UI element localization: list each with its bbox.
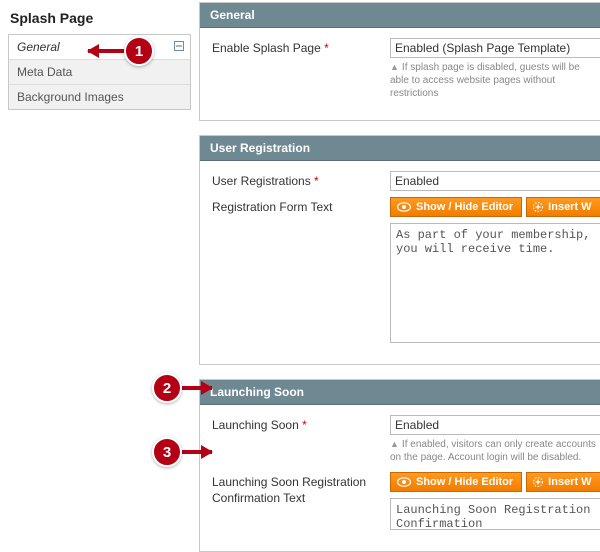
section-header: Launching Soon	[200, 380, 600, 405]
sidebar-item-meta-data[interactable]: Meta Data	[9, 60, 190, 85]
insert-widget-button[interactable]: Insert W	[526, 472, 600, 492]
plus-icon	[533, 477, 543, 487]
launching-soon-confirmation-label: Launching Soon Registration Confirmation…	[212, 472, 390, 506]
enable-splash-select[interactable]: Enabled (Splash Page Template)	[390, 38, 600, 58]
sidebar-item-label: General	[17, 40, 60, 54]
launching-soon-select[interactable]: Enabled	[390, 415, 600, 435]
arrow-icon	[182, 386, 212, 390]
arrow-icon	[182, 450, 212, 454]
show-hide-editor-button[interactable]: Show / Hide Editor	[390, 472, 522, 492]
user-registrations-label: User Registrations *	[212, 171, 390, 190]
callout-2: 2	[152, 373, 182, 403]
registration-form-textarea[interactable]	[390, 223, 600, 343]
section-user-registration: User Registration User Registrations * E…	[199, 135, 600, 365]
callout-1: 1	[124, 36, 154, 66]
launching-soon-confirmation-textarea[interactable]	[390, 498, 600, 530]
sidebar-item-general[interactable]: General	[9, 35, 190, 60]
launching-soon-hint: ▲If enabled, visitors can only create ac…	[390, 435, 600, 466]
user-registrations-select[interactable]: Enabled	[390, 171, 600, 191]
sidebar-item-label: Background Images	[17, 90, 124, 104]
sidebar-item-label: Meta Data	[17, 65, 72, 79]
callout-3: 3	[152, 437, 182, 467]
eye-icon	[397, 477, 411, 487]
triangle-icon: ▲	[390, 62, 399, 72]
section-header: User Registration	[200, 136, 600, 161]
expand-icon	[174, 41, 184, 51]
section-general: General Enable Splash Page * Enabled (Sp…	[199, 2, 600, 121]
section-header: General	[200, 3, 600, 28]
eye-icon	[397, 202, 411, 212]
plus-icon	[533, 202, 543, 212]
sidebar-title: Splash Page	[8, 6, 191, 34]
section-launching-soon: Launching Soon Launching Soon * Enabled …	[199, 379, 600, 552]
registration-form-text-label: Registration Form Text	[212, 197, 390, 216]
sidebar-list: General Meta Data Background Images	[8, 34, 191, 110]
enable-splash-label: Enable Splash Page *	[212, 38, 390, 57]
enable-splash-hint: ▲If splash page is disabled, guests will…	[390, 58, 600, 102]
sidebar: Splash Page General Meta Data Background…	[0, 0, 195, 500]
arrow-icon	[88, 49, 125, 53]
insert-widget-button[interactable]: Insert W	[526, 197, 600, 217]
sidebar-item-background-images[interactable]: Background Images	[9, 85, 190, 109]
launching-soon-label: Launching Soon *	[212, 415, 390, 434]
show-hide-editor-button[interactable]: Show / Hide Editor	[390, 197, 522, 217]
triangle-icon: ▲	[390, 439, 399, 449]
main-panel: General Enable Splash Page * Enabled (Sp…	[195, 0, 600, 500]
